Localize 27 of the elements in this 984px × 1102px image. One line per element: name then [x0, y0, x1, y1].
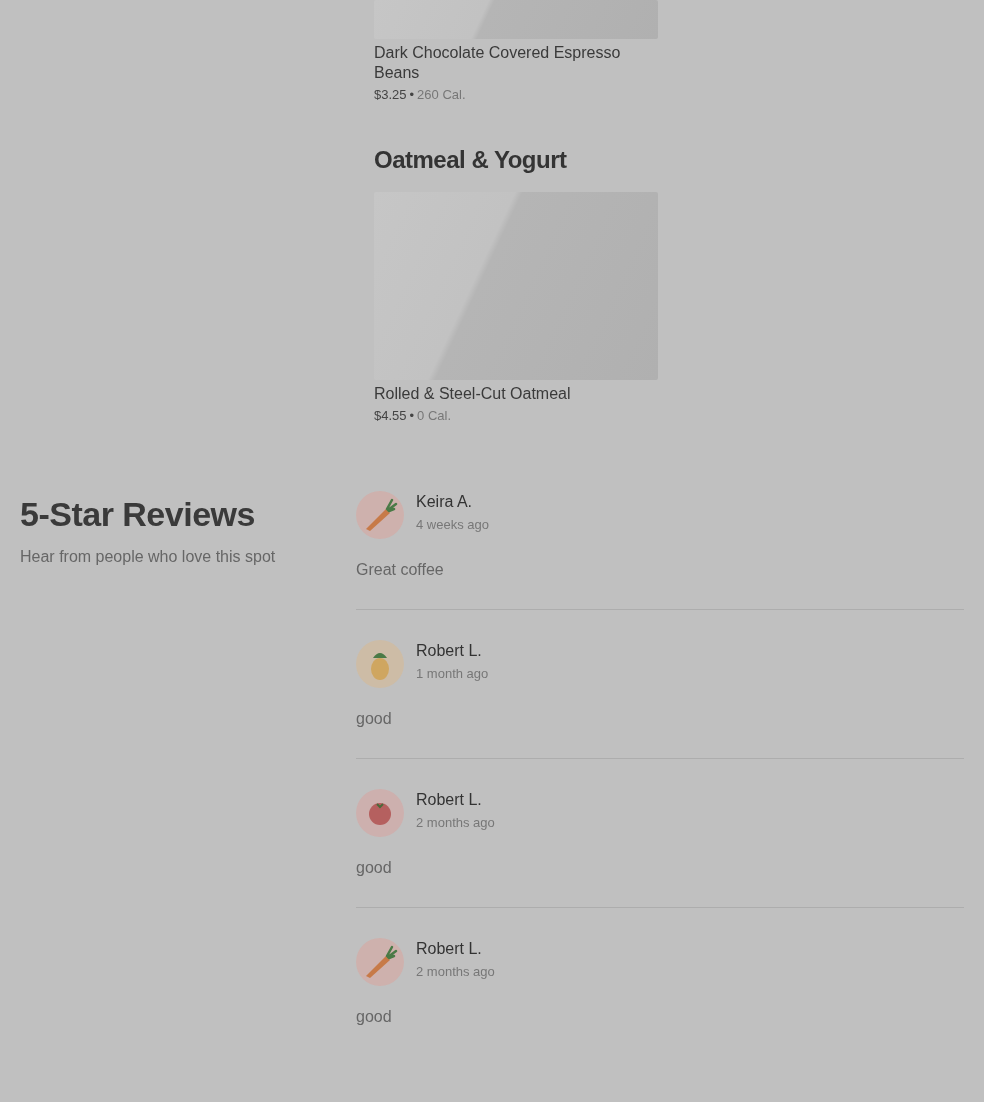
item-price: $4.55	[374, 408, 407, 423]
item-calories: 0 Cal.	[417, 408, 452, 423]
carrot-avatar-icon	[356, 938, 404, 986]
item-price: $3.25	[374, 87, 407, 102]
section-heading: Oatmeal & Yogurt	[374, 146, 568, 174]
reviewer-name: Keira A.	[416, 493, 474, 511]
review-time: 2 months ago	[416, 964, 495, 979]
reviewer-name: Robert L.	[416, 791, 483, 809]
item-calories: 260 Cal.	[417, 87, 466, 102]
review-text: good	[356, 1008, 393, 1026]
reviews-heading: 5-Star Reviews	[20, 495, 256, 534]
reviewer-name: Robert L.	[416, 642, 483, 660]
review-text: Great coffee	[356, 561, 445, 579]
pineapple-avatar-icon	[356, 640, 404, 688]
review-text: good	[356, 859, 393, 877]
carrot-avatar-icon	[356, 491, 404, 539]
item-name[interactable]: Dark Chocolate Covered Espresso Beans	[374, 43, 658, 83]
review-time: 4 weeks ago	[416, 517, 489, 532]
separator-dot: •	[409, 87, 415, 102]
reviewer-name: Robert L.	[416, 940, 483, 958]
item-name[interactable]: Rolled & Steel-Cut Oatmeal	[374, 384, 658, 404]
review-time: 1 month ago	[416, 666, 489, 681]
separator-dot: •	[409, 408, 415, 423]
review-text: good	[356, 710, 393, 728]
tomato-avatar-icon	[356, 789, 404, 837]
review-time: 2 months ago	[416, 815, 495, 830]
reviews-subtitle: Hear from people who love this spot	[20, 548, 277, 566]
